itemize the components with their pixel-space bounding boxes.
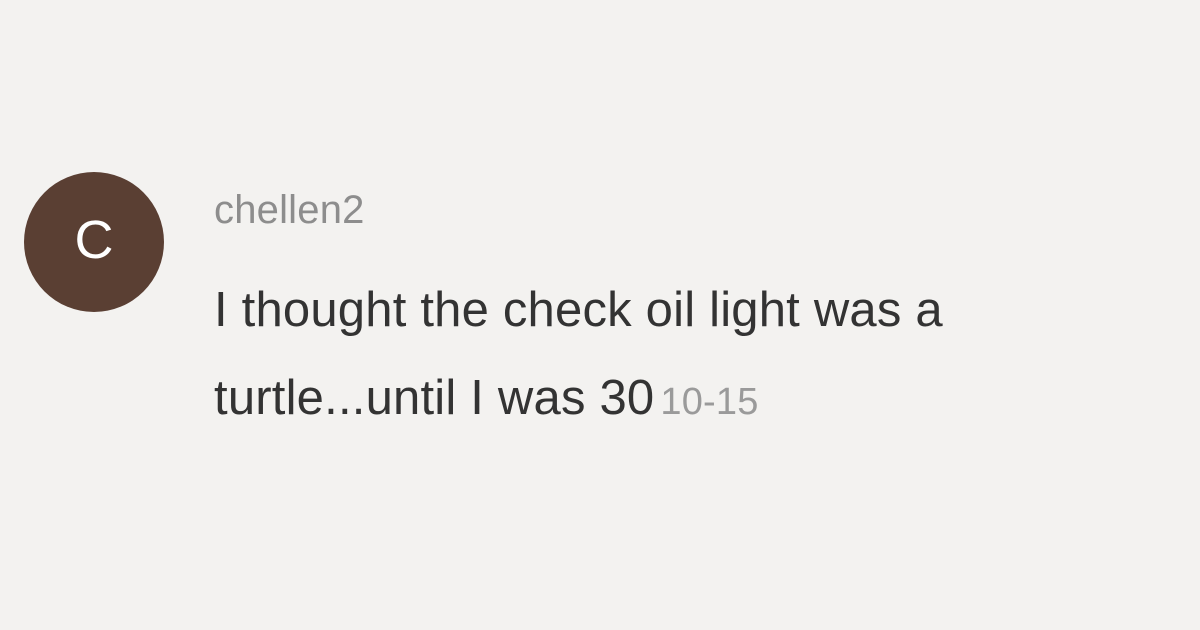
avatar-initial: C (74, 210, 114, 270)
comment-content: chellen2 I thought the check oil light w… (214, 188, 1174, 446)
comment-username[interactable]: chellen2 (214, 188, 1174, 232)
avatar[interactable]: C (24, 172, 164, 312)
comment-text: I thought the check oil light was a turt… (214, 266, 1174, 446)
comment-text-line-2: turtle...until I was 30 (214, 371, 655, 425)
comment-text-line-1: I thought the check oil light was a (214, 283, 943, 337)
comment-timestamp: 10-15 (660, 381, 759, 423)
comment-item: C chellen2 I thought the check oil light… (24, 172, 1174, 452)
